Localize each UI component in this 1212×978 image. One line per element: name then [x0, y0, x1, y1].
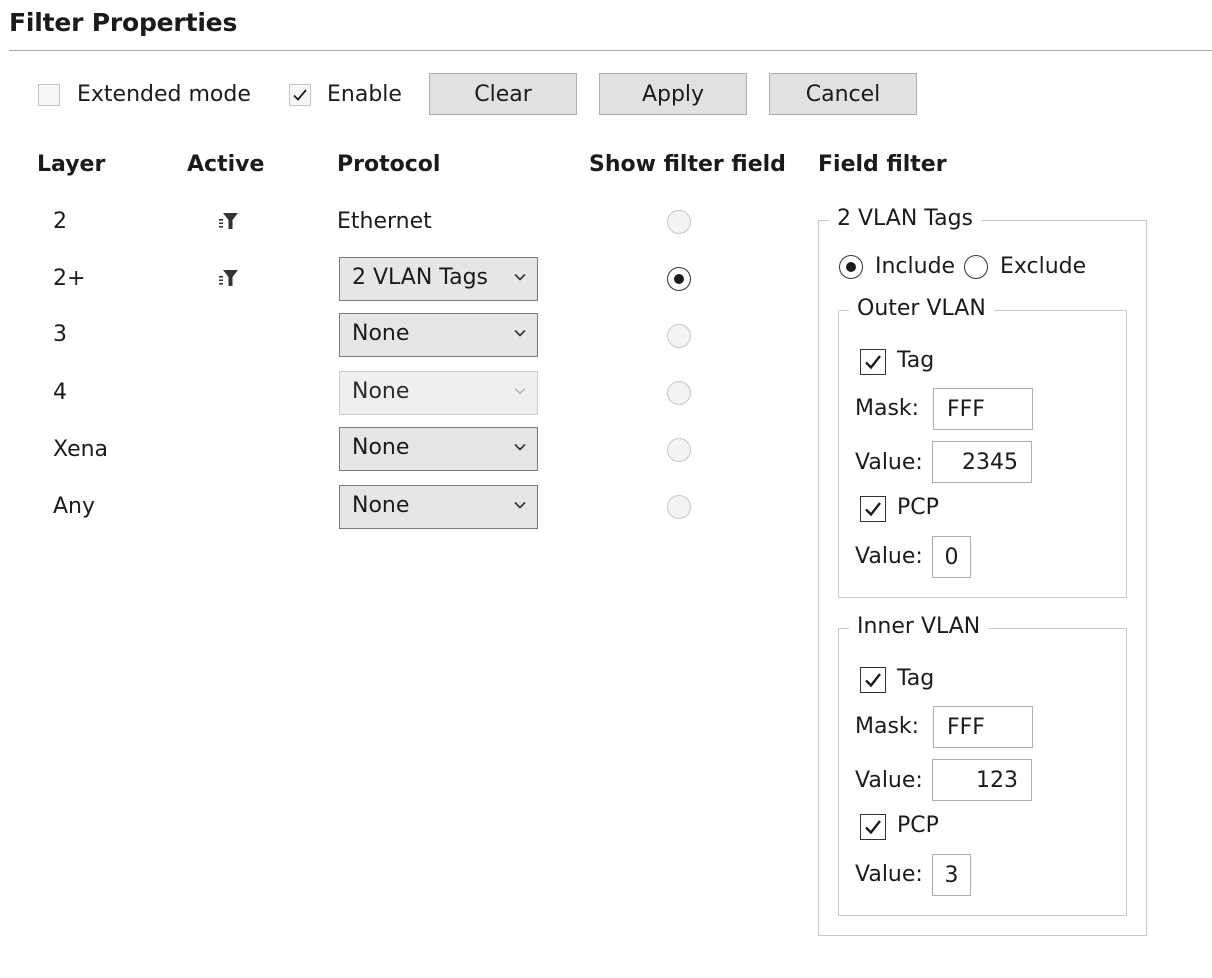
exclude-radio[interactable] — [964, 255, 988, 279]
inner-value-label: Value: — [855, 768, 923, 793]
protocol-dropdown-layer-2plus[interactable]: 2 VLAN Tags — [339, 257, 538, 301]
layer-label: 2 — [53, 209, 67, 234]
inner-vlan-title: Inner VLAN — [849, 614, 989, 639]
filter-icon — [219, 270, 238, 286]
chevron-down-icon — [514, 273, 526, 281]
chevron-down-icon — [514, 501, 526, 509]
column-header-protocol: Protocol — [337, 152, 441, 177]
inner-pcp-value-field[interactable]: 3 — [932, 854, 971, 896]
enable-label[interactable]: Enable — [327, 82, 402, 107]
protocol-dropdown-layer-xena[interactable]: None — [339, 427, 538, 471]
inner-mask-field[interactable]: FFF — [933, 706, 1033, 748]
protocol-dropdown-value: None — [352, 493, 410, 518]
inner-pcp-checkbox[interactable] — [860, 814, 886, 840]
inner-pcp-label[interactable]: PCP — [897, 813, 939, 838]
show-filter-radio-layer-xena[interactable] — [667, 438, 691, 462]
enable-checkbox[interactable] — [289, 84, 311, 106]
chevron-down-icon — [514, 443, 526, 451]
protocol-text: Ethernet — [337, 209, 432, 234]
inner-mask-label: Mask: — [855, 714, 920, 739]
outer-tag-label[interactable]: Tag — [897, 348, 934, 373]
chevron-down-icon — [514, 387, 526, 395]
protocol-dropdown-value: 2 VLAN Tags — [352, 265, 489, 290]
column-header-field-filter: Field filter — [818, 152, 947, 177]
checkmark-icon — [865, 502, 881, 517]
checkmark-icon — [865, 673, 881, 688]
column-header-show-filter-field: Show filter field — [589, 152, 786, 177]
checkmark-icon — [865, 355, 881, 370]
outer-mask-field[interactable]: FFF — [933, 388, 1033, 430]
exclude-label[interactable]: Exclude — [1000, 254, 1086, 279]
inner-tag-label[interactable]: Tag — [897, 666, 934, 691]
outer-tag-checkbox[interactable] — [860, 349, 886, 375]
layer-label: Any — [53, 494, 96, 519]
outer-vlan-title: Outer VLAN — [849, 296, 994, 321]
chevron-down-icon — [514, 329, 526, 337]
apply-button[interactable]: Apply — [599, 73, 747, 115]
extended-mode-checkbox[interactable] — [38, 84, 60, 106]
show-filter-radio-layer-2plus[interactable] — [667, 267, 691, 291]
checkmark-icon — [865, 820, 881, 835]
extended-mode-label[interactable]: Extended mode — [77, 82, 251, 107]
show-filter-radio-layer-3[interactable] — [667, 324, 691, 348]
outer-pcp-checkbox[interactable] — [860, 496, 886, 522]
protocol-dropdown-value: None — [352, 435, 410, 460]
protocol-dropdown-layer-4: None — [339, 371, 538, 415]
title-divider — [9, 50, 1212, 51]
protocol-dropdown-layer-any[interactable]: None — [339, 485, 538, 529]
inner-pcp-value-label: Value: — [855, 862, 923, 887]
outer-pcp-value-label: Value: — [855, 544, 923, 569]
inner-tag-checkbox[interactable] — [860, 667, 886, 693]
vlan-tags-group-title: 2 VLAN Tags — [829, 206, 982, 231]
outer-pcp-label[interactable]: PCP — [897, 495, 939, 520]
show-filter-radio-layer-any[interactable] — [667, 495, 691, 519]
inner-tag-value-field[interactable]: 123 — [932, 759, 1032, 801]
outer-pcp-value-field[interactable]: 0 — [932, 536, 971, 578]
outer-tag-value-field[interactable]: 2345 — [932, 441, 1032, 483]
show-filter-radio-layer-4[interactable] — [667, 381, 691, 405]
layer-label: 4 — [53, 380, 67, 405]
clear-button[interactable]: Clear — [429, 73, 577, 115]
outer-value-label: Value: — [855, 450, 923, 475]
layer-label: Xena — [53, 437, 109, 462]
filter-icon — [219, 213, 238, 229]
protocol-dropdown-value: None — [352, 321, 410, 346]
column-header-layer: Layer — [37, 152, 106, 177]
checkmark-icon — [293, 89, 307, 101]
layer-label: 2+ — [53, 266, 86, 291]
protocol-dropdown-layer-3[interactable]: None — [339, 313, 538, 357]
page-title: Filter Properties — [9, 8, 238, 37]
column-header-active: Active — [187, 152, 265, 177]
show-filter-radio-layer-2[interactable] — [667, 210, 691, 234]
outer-mask-label: Mask: — [855, 396, 920, 421]
cancel-button[interactable]: Cancel — [769, 73, 917, 115]
include-radio[interactable] — [839, 255, 863, 279]
protocol-dropdown-value: None — [352, 379, 410, 404]
layer-label: 3 — [53, 322, 67, 347]
include-label[interactable]: Include — [875, 254, 955, 279]
